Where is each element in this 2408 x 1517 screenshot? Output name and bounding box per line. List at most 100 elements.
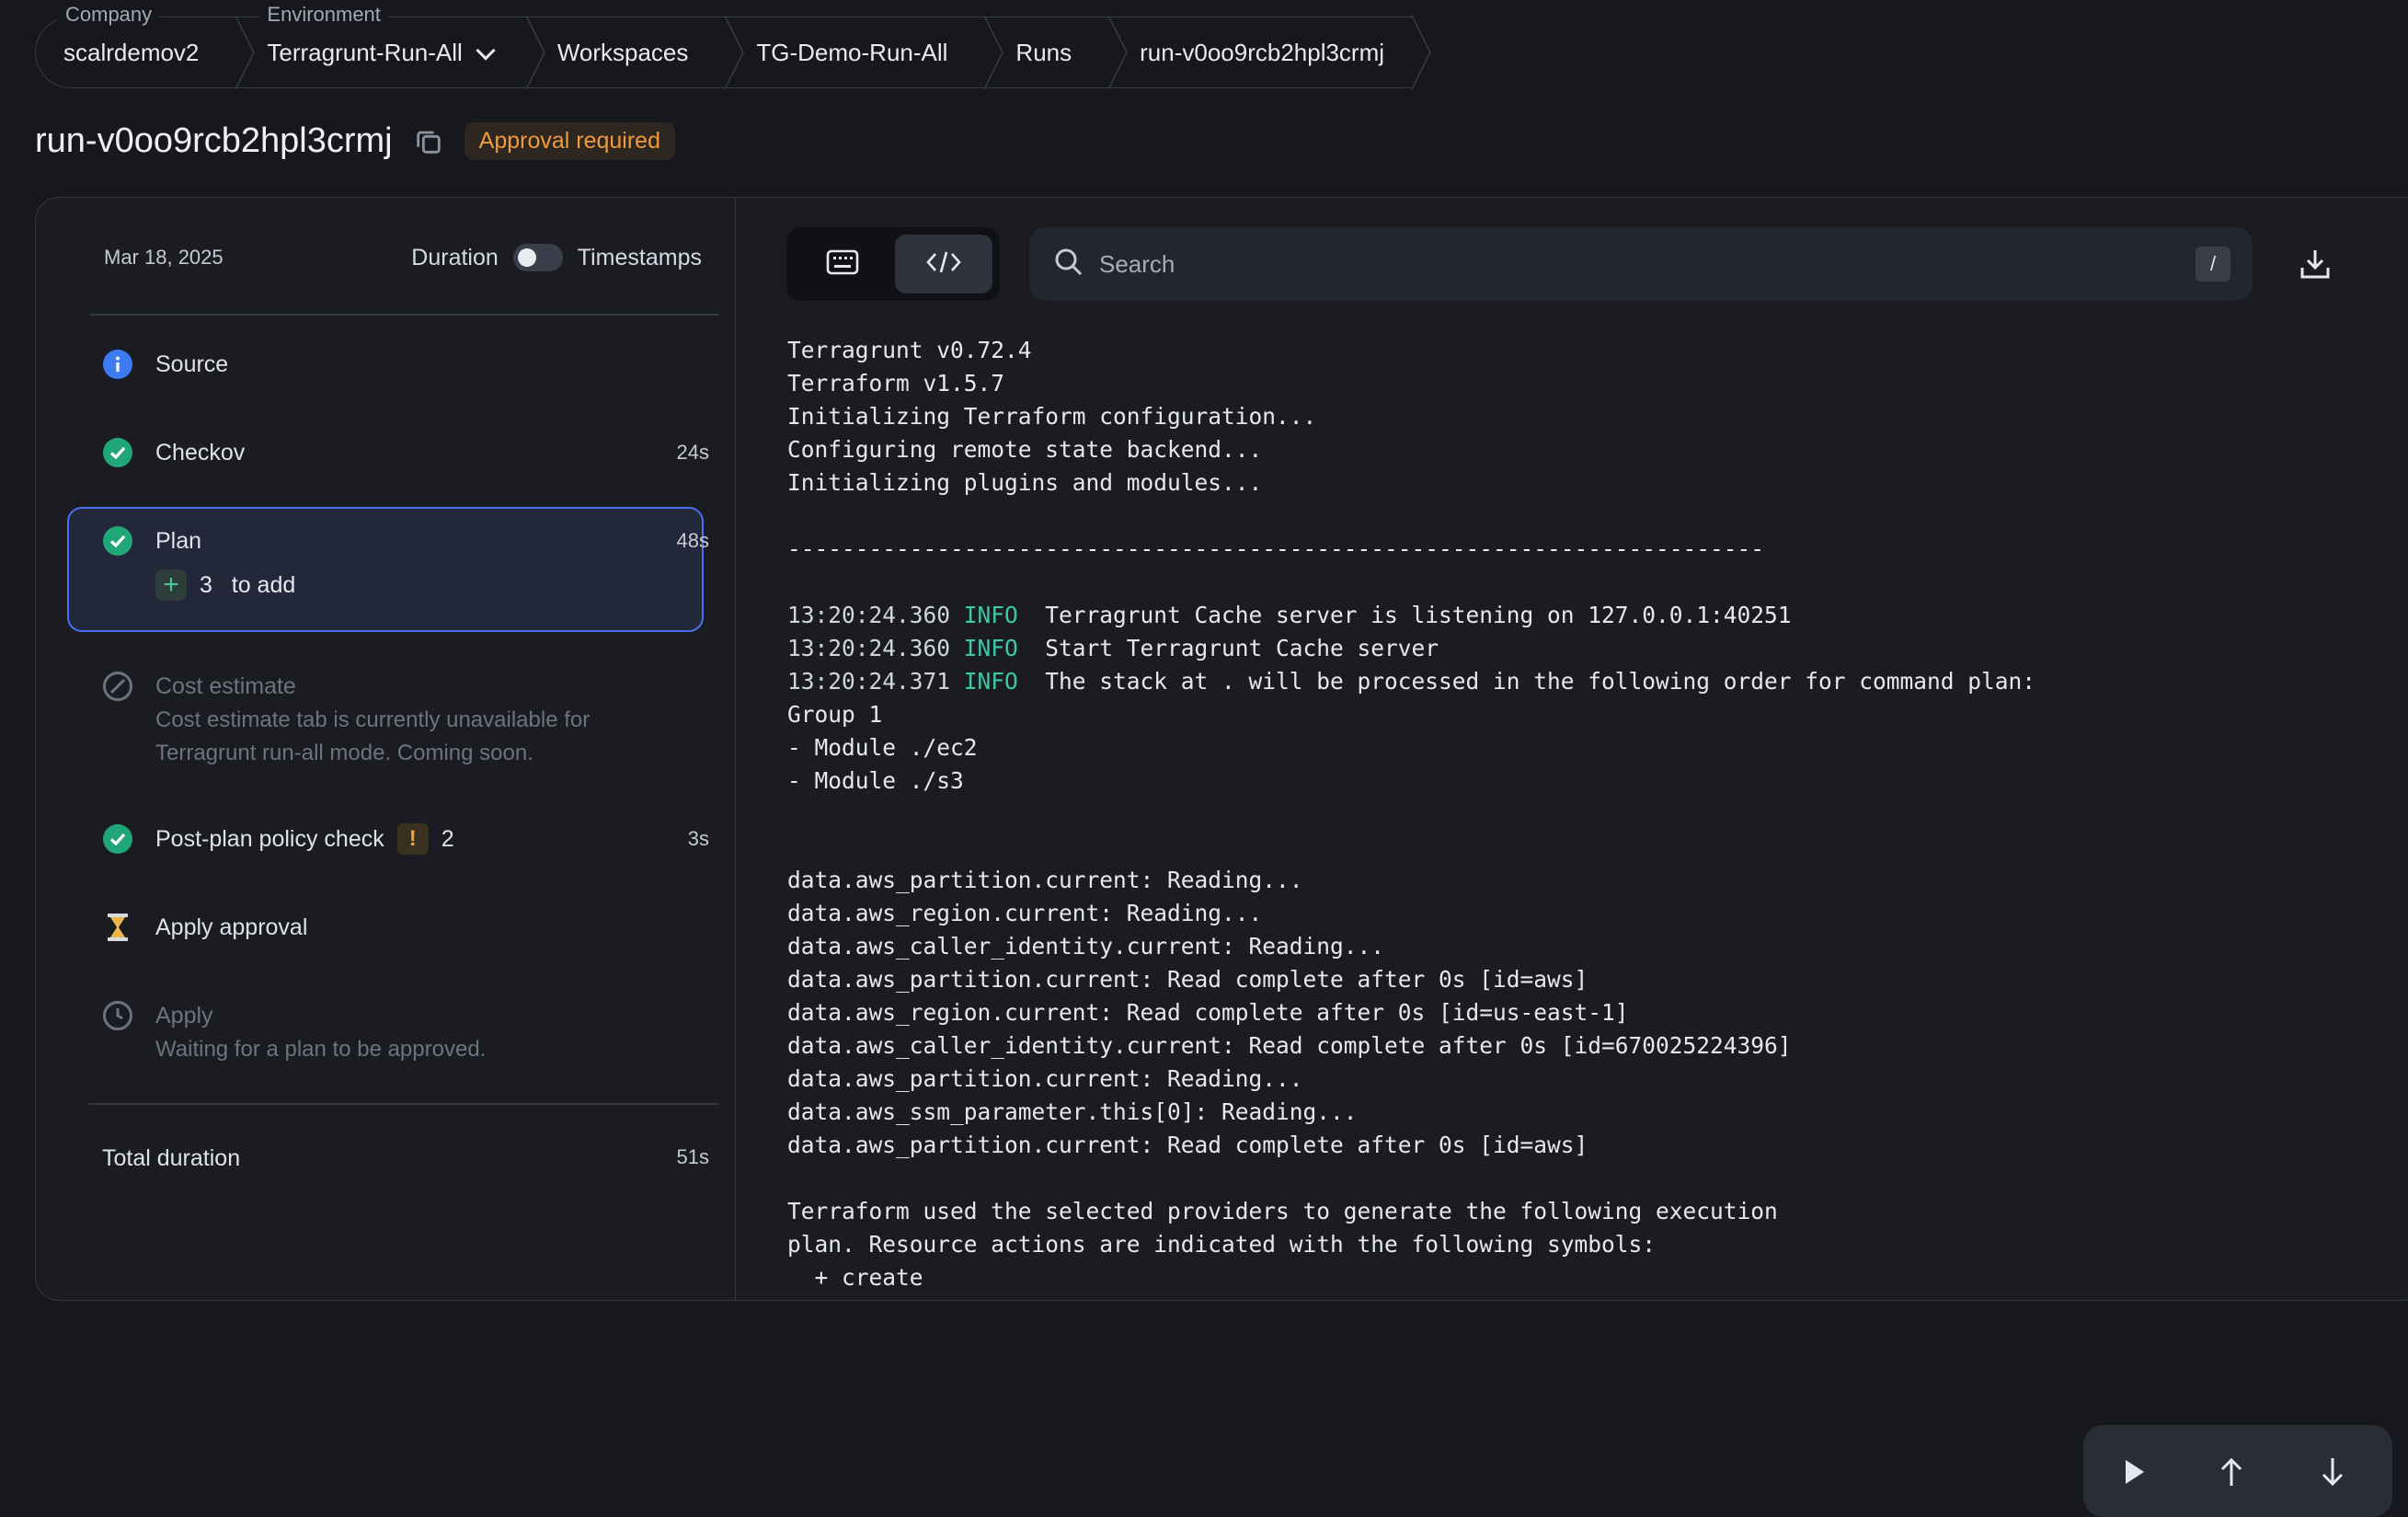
log-line: 13:20:24.371 INFO The stack at . will be… [787, 665, 2351, 698]
step-name: Cost estimate [155, 673, 296, 699]
total-duration-value: 51s [676, 1145, 709, 1168]
step-post-plan-policy-check[interactable]: Post-plan policy check ! 2 3s [102, 823, 709, 855]
code-icon [925, 248, 962, 281]
warning-icon: ! [396, 823, 429, 855]
check-circle-icon [102, 437, 133, 468]
clock-icon [102, 1000, 133, 1031]
step-duration: 3s [687, 827, 709, 850]
log-message: Terragrunt Cache server is listening on … [1017, 602, 1792, 628]
log-line: Initializing plugins and modules... [787, 469, 1263, 496]
log-line: 13:20:24.360 INFO Start Terragrunt Cache… [787, 632, 2351, 665]
status-badge: Approval required [464, 122, 675, 160]
disabled-icon [102, 671, 133, 702]
breadcrumb: Company scalrdemov2 Environment Terragru… [35, 3, 1431, 90]
step-note: Waiting for a plan to be approved. [155, 1037, 487, 1062]
log-line: Group 1 [787, 701, 883, 728]
search-icon [1053, 247, 1084, 282]
hourglass-icon [102, 912, 133, 943]
workspaces-link[interactable]: Workspaces [557, 39, 689, 67]
step-cost-estimate: Cost estimate Cost estimate tab is curre… [102, 671, 709, 770]
run-steps-sidebar: Mar 18, 2025 Duration Timestamps Source … [36, 198, 736, 1300]
copy-icon[interactable] [413, 126, 444, 157]
title-row: run-v0oo9rcb2hpl3crmj Approval required [35, 121, 675, 161]
total-duration: Total duration 51s [102, 1145, 709, 1172]
step-name: Checkov [155, 440, 246, 465]
log-message: The stack at . will be processed in the … [1017, 668, 2036, 695]
log-line: Terraform used the selected providers to… [787, 1198, 1778, 1224]
log-scroll-controls [2083, 1425, 2392, 1517]
log-line: data.aws_caller_identity.current: Read c… [787, 1032, 1792, 1059]
code-view-button[interactable] [895, 235, 992, 293]
log-line: data.aws_region.current: Reading... [787, 900, 1263, 926]
log-timestamp: 13:20:24.360 [787, 602, 964, 628]
search-input[interactable] [1097, 248, 2196, 280]
log-line: data.aws_caller_identity.current: Readin… [787, 933, 1385, 960]
run-panel: Mar 18, 2025 Duration Timestamps Source … [35, 197, 2408, 1517]
step-note: Cost estimate tab is currently unavailab… [155, 707, 591, 765]
log-search: / [1029, 227, 2253, 301]
warning-count: 2 [441, 826, 454, 852]
run-crumb-label: run-v0oo9rcb2hpl3crmj [1140, 38, 1385, 66]
scroll-bottom-icon[interactable] [2319, 1456, 2346, 1492]
log-message: Start Terragrunt Cache server [1017, 635, 1439, 661]
log-line: Configuring remote state backend... [787, 436, 1263, 463]
step-apply: Apply Waiting for a plan to be approved. [102, 1000, 709, 1066]
log-line: data.aws_partition.current: Reading... [787, 867, 1303, 893]
log-line: data.aws_region.current: Read complete a… [787, 999, 1629, 1026]
company-caption: Company [58, 3, 160, 27]
log-view-switch [786, 227, 1000, 301]
keyboard-icon [826, 248, 859, 281]
breadcrumb-company[interactable]: Company scalrdemov2 [35, 3, 236, 88]
workspace-link[interactable]: TG-Demo-Run-All [756, 39, 947, 67]
step-source[interactable]: Source [102, 349, 709, 380]
duration-label: Duration [411, 244, 499, 270]
step-name: Plan [155, 528, 202, 554]
info-icon [102, 349, 133, 380]
log-line: + create [787, 1264, 923, 1291]
log-line: Initializing Terraform configuration... [787, 403, 1317, 430]
divider [89, 314, 718, 316]
breadcrumb-workspace[interactable]: TG-Demo-Run-All [725, 17, 985, 88]
breadcrumb-runs[interactable]: Runs [984, 17, 1109, 88]
step-name: Apply approval [155, 914, 308, 940]
breadcrumb-run: run-v0oo9rcb2hpl3crmj [1108, 17, 1413, 88]
log-level: INFO [963, 635, 1018, 661]
play-icon[interactable] [2124, 1458, 2146, 1490]
step-apply-approval[interactable]: Apply approval [102, 912, 709, 943]
page-title: run-v0oo9rcb2hpl3crmj [35, 121, 393, 160]
step-name: Source [155, 351, 229, 377]
resources-to-add[interactable]: + 3 to add [155, 569, 295, 601]
log-line: data.aws_partition.current: Read complet… [787, 966, 1588, 993]
step-duration: 24s [676, 441, 709, 464]
log-timestamp: 13:20:24.371 [787, 668, 964, 695]
log-line: data.aws_partition.current: Read complet… [787, 1132, 1588, 1158]
chevron-down-icon [476, 40, 496, 61]
step-checkov[interactable]: Checkov 24s [102, 437, 709, 468]
runs-link[interactable]: Runs [1015, 39, 1072, 67]
timestamps-toggle[interactable] [512, 244, 563, 271]
step-plan[interactable]: Plan + 3 to add 48s [102, 525, 709, 601]
breadcrumb-workspaces[interactable]: Workspaces [525, 17, 726, 88]
log-line: data.aws_ssm_parameter.this[0]: Reading.… [787, 1098, 1358, 1125]
log-line: plan. Resource actions are indicated wit… [787, 1231, 1657, 1258]
text-view-button[interactable] [794, 235, 891, 293]
step-name: Post-plan policy check [155, 826, 384, 852]
log-line: Terraform v1.5.7 [787, 370, 1005, 396]
scroll-top-icon[interactable] [2218, 1456, 2245, 1492]
log-line: Terragrunt v0.72.4 [787, 337, 1032, 363]
log-level: INFO [963, 602, 1018, 628]
check-circle-icon [102, 525, 133, 557]
plus-icon: + [155, 569, 187, 601]
log-line: 13:20:24.360 INFO Terragrunt Cache serve… [787, 599, 2351, 632]
download-icon[interactable] [2299, 247, 2332, 285]
log-output: Terragrunt v0.72.4 Terraform v1.5.7 Initia… [787, 334, 2351, 1309]
step-name: Apply [155, 1003, 213, 1029]
check-circle-icon [102, 823, 133, 855]
breadcrumb-environment[interactable]: Environment Terragrunt-Run-All [235, 3, 526, 88]
environment-name: Terragrunt-Run-All [267, 38, 463, 66]
